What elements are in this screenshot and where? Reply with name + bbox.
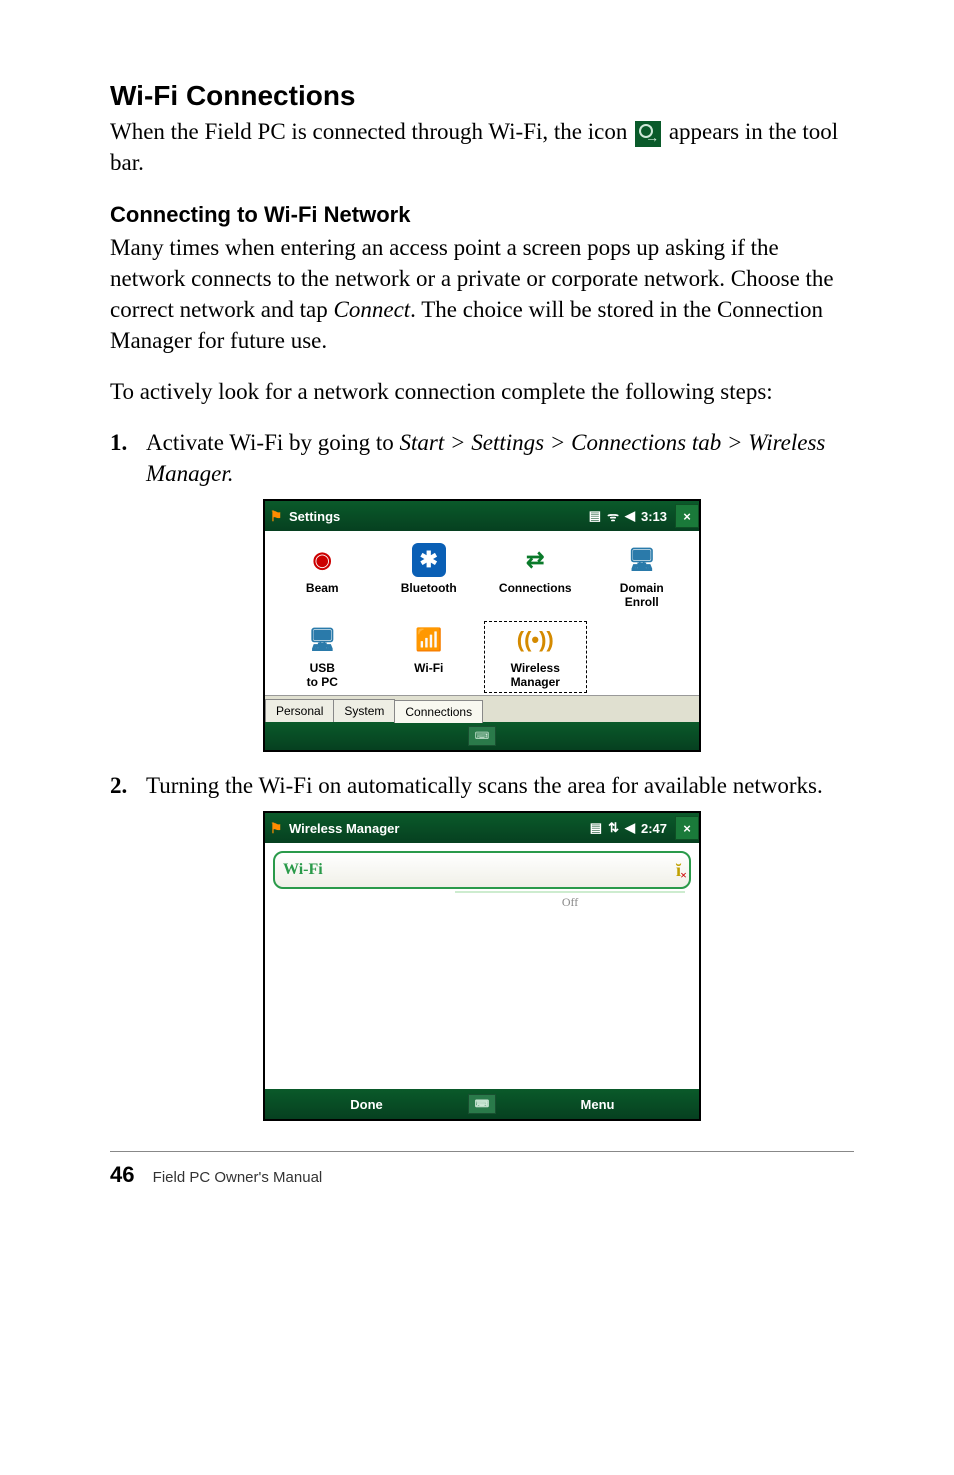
domain-enroll-icon: 🖥: [625, 543, 659, 577]
subheading: Connecting to Wi-Fi Network: [110, 202, 854, 228]
bottom-bar: Done ⌨ Menu: [265, 1089, 699, 1119]
window-title: Settings: [287, 509, 589, 524]
settings-item-beam[interactable]: ◉ Beam: [269, 539, 376, 615]
step-2-text: Turning the Wi-Fi on automatically scans…: [146, 770, 823, 801]
settings-icon-grid: ◉ Beam ✱ Bluetooth ⇄ Connections 🖥 DomainEnroll…: [265, 531, 699, 695]
tab-connections[interactable]: Connections: [394, 700, 483, 723]
step-1: 1. Activate Wi-Fi by going to Start > Se…: [110, 427, 854, 489]
close-button[interactable]: ×: [675, 816, 699, 840]
settings-item-label: Beam: [269, 581, 376, 595]
step-2-number: 2.: [110, 770, 146, 801]
settings-item-domain-enroll[interactable]: 🖥 DomainEnroll: [589, 539, 696, 615]
sync-icon: ⇅: [608, 820, 619, 836]
book-title: Field PC Owner's Manual: [153, 1169, 323, 1186]
section-title: Wi-Fi Connections: [110, 80, 854, 112]
wireless-manager-screenshot: ⚑ Wireless Manager ▤ ⇅ ◀ 2:47 × Wi-Fi ĭ …: [263, 811, 701, 1121]
settings-screenshot: ⚑ Settings ▤ ᯤ ◀ 3:13 × ◉Beam✱Bluetooth⇄…: [263, 499, 701, 752]
connections-icon: ⇄: [518, 543, 552, 577]
volume-icon: ◀: [625, 508, 635, 524]
card-icon: ▤: [590, 820, 602, 836]
paragraph-steps-intro: To actively look for a network connectio…: [110, 376, 854, 407]
bottom-bar: ⌨: [265, 722, 699, 750]
wi-fi-icon: 📶: [412, 623, 446, 657]
wifi-row-label: Wi-Fi: [283, 861, 323, 879]
settings-item-label: DomainEnroll: [589, 581, 696, 609]
connect-word: Connect: [334, 297, 411, 322]
settings-item-label: Wi-Fi: [376, 661, 483, 675]
volume-icon: ◀: [625, 820, 635, 836]
usb-to-pc-icon: 🖥: [305, 623, 339, 657]
settings-tabs: PersonalSystemConnections: [265, 695, 699, 722]
page-footer: 46 Field PC Owner's Manual: [110, 1162, 854, 1188]
close-button[interactable]: ×: [675, 504, 699, 528]
bluetooth-icon: ✱: [412, 543, 446, 577]
keyboard-icon[interactable]: ⌨: [468, 1094, 496, 1114]
settings-item-wireless-manager[interactable]: ((•)) WirelessManager: [482, 619, 589, 695]
card-icon: ▤: [589, 508, 601, 524]
antenna-off-icon: ĭ: [676, 860, 681, 881]
beam-icon: ◉: [305, 543, 339, 577]
settings-item-usb-to-pc[interactable]: 🖥 USBto PC: [269, 619, 376, 695]
settings-item-bluetooth[interactable]: ✱ Bluetooth: [376, 539, 483, 615]
titlebar: ⚑ Wireless Manager ▤ ⇅ ◀ 2:47 ×: [265, 813, 699, 843]
step-1-number: 1.: [110, 427, 146, 489]
clock: 2:47: [641, 821, 667, 836]
page-number: 46: [110, 1162, 134, 1187]
wifi-toggle-row[interactable]: Wi-Fi ĭ: [273, 851, 691, 889]
keyboard-icon[interactable]: ⌨: [468, 726, 496, 746]
intro-text-a: When the Field PC is connected through W…: [110, 119, 633, 144]
settings-item-wi-fi[interactable]: 📶 Wi-Fi: [376, 619, 483, 695]
settings-item-label: Bluetooth: [376, 581, 483, 595]
window-title: Wireless Manager: [287, 821, 590, 836]
paragraph-network-choice: Many times when entering an access point…: [110, 232, 854, 356]
settings-item-connections[interactable]: ⇄ Connections: [482, 539, 589, 615]
wireless-manager-body: Wi-Fi ĭ Off: [265, 843, 699, 1089]
wifi-connected-icon: [635, 121, 661, 147]
settings-item-label: USBto PC: [269, 661, 376, 689]
footer-rule: [110, 1151, 854, 1152]
tab-personal[interactable]: Personal: [265, 699, 334, 722]
done-button[interactable]: Done: [265, 1097, 468, 1112]
settings-item-label: WirelessManager: [482, 661, 589, 689]
intro-paragraph: When the Field PC is connected through W…: [110, 116, 854, 178]
tab-system[interactable]: System: [333, 699, 395, 722]
menu-button[interactable]: Menu: [496, 1097, 699, 1112]
wifi-status-icon: ᯤ: [607, 507, 619, 525]
start-icon[interactable]: ⚑: [265, 820, 287, 837]
status-icons: ▤ ⇅ ◀ 2:47: [590, 820, 671, 836]
status-icons: ▤ ᯤ ◀ 3:13: [589, 507, 671, 525]
clock: 3:13: [641, 509, 667, 524]
step-1-text: Activate Wi-Fi by going to: [146, 430, 400, 455]
wireless-manager-icon: ((•)): [518, 623, 552, 657]
titlebar: ⚑ Settings ▤ ᯤ ◀ 3:13 ×: [265, 501, 699, 531]
settings-item-label: Connections: [482, 581, 589, 595]
step-2: 2. Turning the Wi-Fi on automatically sc…: [110, 770, 854, 801]
start-icon[interactable]: ⚑: [265, 508, 287, 525]
wifi-row-status: Off: [455, 891, 685, 910]
